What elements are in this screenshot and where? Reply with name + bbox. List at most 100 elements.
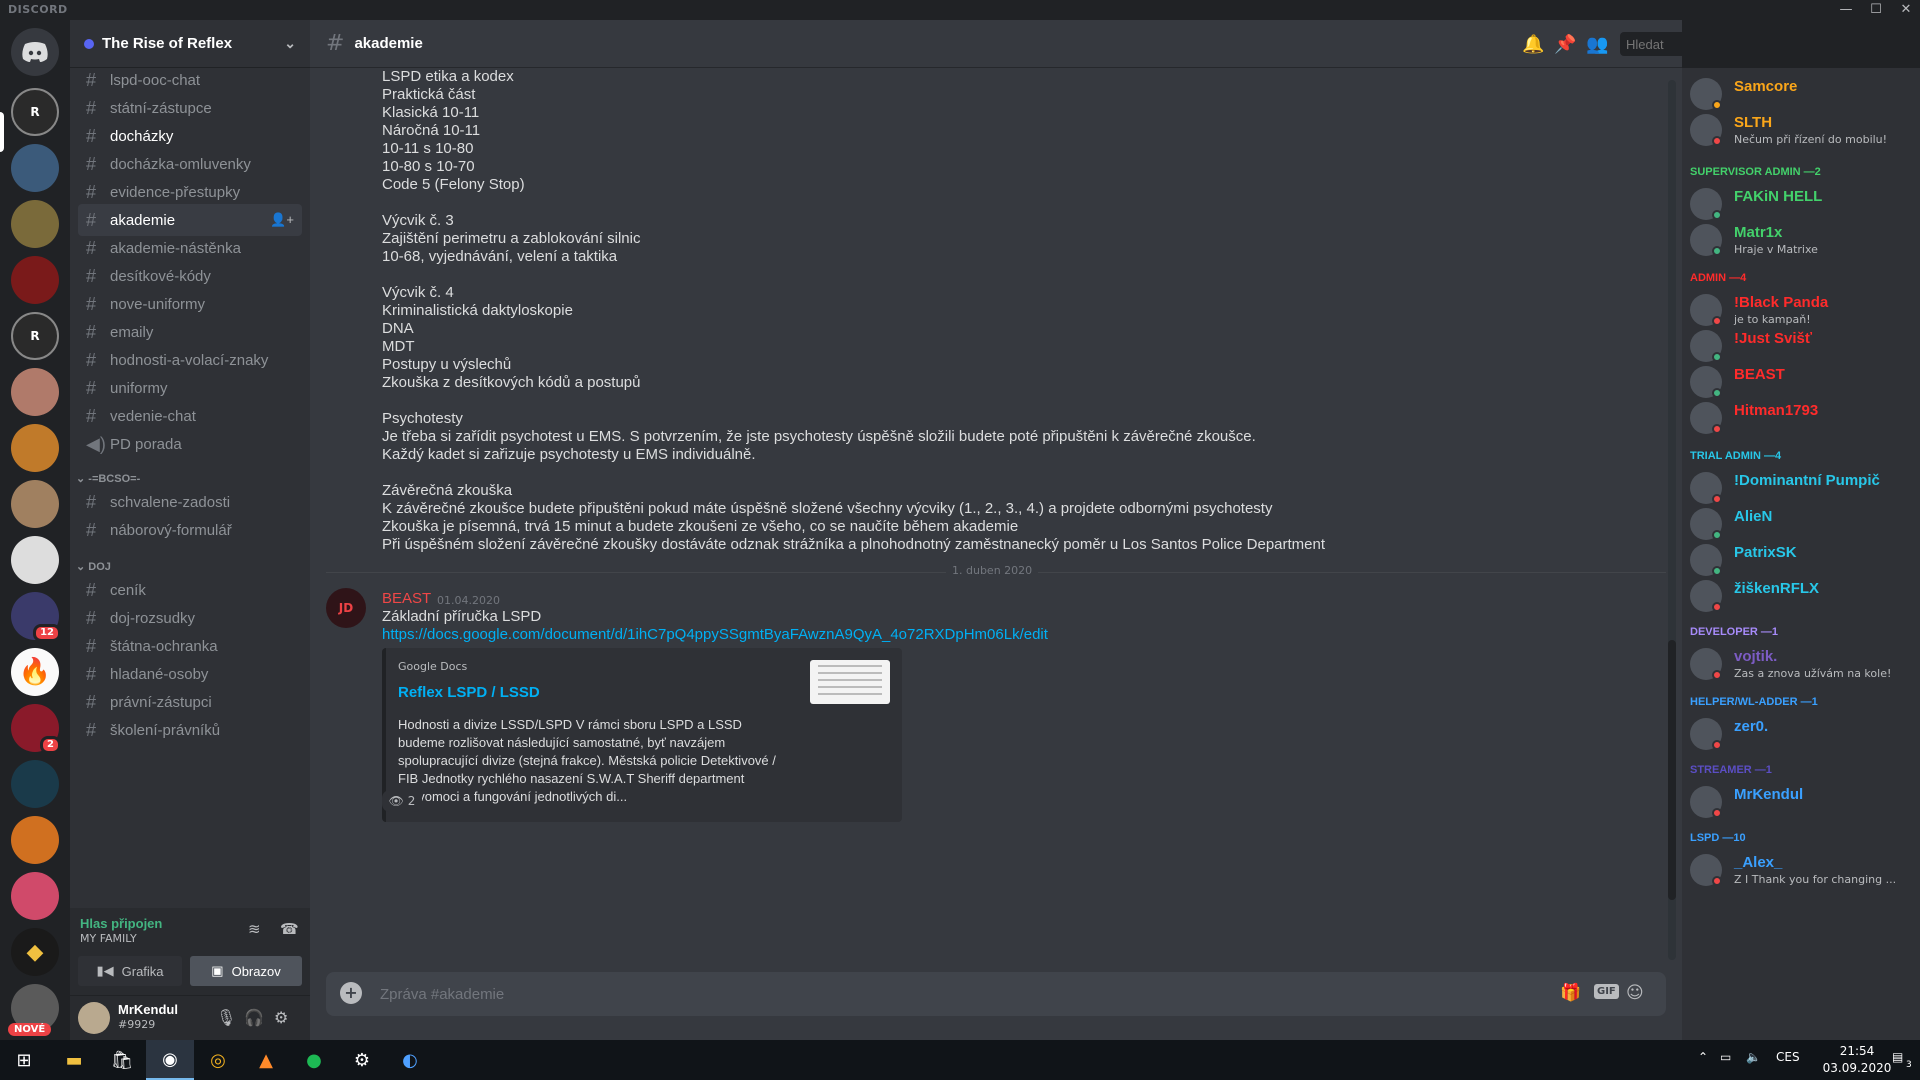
notifications-icon[interactable]: ▤ (1892, 1050, 1903, 1064)
member-item[interactable]: zer0. (1690, 714, 1912, 754)
member-activity: Nečum při řízení do mobilu! (1734, 133, 1888, 146)
embed-thumbnail[interactable] (810, 660, 890, 704)
member-item[interactable]: PatrixSK (1690, 540, 1912, 580)
voice-channel-item[interactable]: ◀) PD porada (78, 428, 302, 460)
language-indicator[interactable]: CES (1776, 1050, 1800, 1064)
member-item[interactable]: !Black Panda je to kampaň! (1690, 290, 1912, 330)
message-line: Výcvik č. 4 (382, 284, 454, 301)
home-button[interactable] (11, 28, 59, 76)
server-icon-9[interactable] (11, 536, 59, 584)
close-button[interactable]: ✕ (1892, 0, 1920, 20)
message-link[interactable]: https://docs.google.com/document/d/1ihC7… (382, 626, 1048, 643)
invite-icon[interactable]: 👤+ (270, 212, 294, 228)
clock[interactable]: 21:54 03.09.2020 (1822, 1043, 1892, 1077)
server-icon-4[interactable] (11, 256, 59, 304)
headphones-icon[interactable]: 🎧 (244, 1008, 264, 1027)
windows-start-icon[interactable]: ⊞ (0, 1040, 48, 1080)
member-item[interactable]: Samcore (1690, 74, 1912, 114)
gift-icon[interactable]: 🎁 (1560, 983, 1581, 1003)
server-icon-8[interactable] (11, 480, 59, 528)
member-item[interactable]: žiškenRFLX (1690, 576, 1912, 616)
maximize-button[interactable]: ☐ (1862, 0, 1890, 20)
member-name: !Black Panda (1734, 294, 1829, 311)
reaction[interactable]: 👁 2 (382, 790, 422, 812)
noise-suppression-icon[interactable]: ≋ (248, 920, 261, 938)
chrome-icon[interactable]: ◎ (194, 1040, 242, 1080)
message-author[interactable]: BEAST (382, 590, 431, 607)
discord-taskbar-icon[interactable]: ◉ (146, 1040, 194, 1080)
pin-icon[interactable]: 📌 (1554, 34, 1576, 55)
server-icon-2[interactable] (11, 144, 59, 192)
embed-title[interactable]: Reflex LSPD / LSSD (398, 684, 540, 701)
channel-label: školení-právníků (110, 721, 221, 739)
server-icon-14[interactable] (11, 816, 59, 864)
member-name: žiškenRFLX (1734, 580, 1820, 597)
server-icon-5[interactable]: R (11, 312, 59, 360)
network-icon[interactable]: ▭ (1720, 1050, 1731, 1064)
server-icon-12[interactable]: 2 (11, 704, 61, 754)
voice-status[interactable]: Hlas připojen (80, 916, 162, 931)
member-item[interactable]: !Just Svišť (1690, 326, 1912, 366)
category-doj[interactable]: ⌄ DOJ (76, 560, 111, 573)
server-fire[interactable]: 🔥 (11, 648, 59, 696)
spotify-icon[interactable]: ● (290, 1040, 338, 1080)
message-input[interactable] (380, 982, 1380, 1006)
video-button[interactable]: ▮◀ Grafika (78, 956, 182, 986)
avatar[interactable] (78, 1002, 110, 1034)
server-icon-6[interactable] (11, 368, 59, 416)
member-item[interactable]: _Alex_ Z I Thank you for changing ... (1690, 850, 1912, 890)
member-item[interactable]: Matr1x Hraje v Matrixe (1690, 220, 1912, 260)
channel-item[interactable]: # náborový-formulář (78, 514, 302, 546)
emoji-icon[interactable]: ☺ (1626, 983, 1644, 1003)
server-folder[interactable]: 12 (11, 592, 61, 642)
voice-channel-name[interactable]: MY FAMILY (80, 932, 137, 945)
gear-icon[interactable]: ⚙ (274, 1008, 288, 1027)
screen-share-button[interactable]: ▣ Obrazov (190, 956, 302, 986)
server-icon-13[interactable] (11, 760, 59, 808)
guild-header[interactable]: The Rise of Reflex ⌄ (70, 20, 310, 68)
server-reflex-roleplay[interactable]: R (11, 88, 59, 136)
settings-icon[interactable]: ⚙ (338, 1040, 386, 1080)
gif-icon[interactable]: GIF (1594, 984, 1619, 999)
volume-icon[interactable]: 🔈 (1746, 1050, 1761, 1064)
member-name: FAKiN HELL (1734, 188, 1823, 205)
member-item[interactable]: AlieN (1690, 504, 1912, 544)
role-header: STREAMER —1 (1690, 764, 1772, 776)
microphone-icon[interactable]: 🎙 (216, 1008, 236, 1027)
avatar[interactable]: JD (326, 588, 366, 628)
server-diamond[interactable]: ◆ (11, 928, 59, 976)
member-item[interactable]: vojtik. Zas a znova užívám na kole! (1690, 644, 1912, 684)
hash-icon: # (86, 719, 97, 740)
channel-label: PD porada (110, 435, 182, 453)
disconnect-icon[interactable]: ☎ (280, 920, 299, 938)
member-item[interactable]: SLTH Nečum při řízení do mobilu! (1690, 110, 1912, 150)
scrollbar-thumb[interactable] (1668, 640, 1676, 900)
member-item[interactable]: MrKendul (1690, 782, 1912, 822)
member-item[interactable]: Hitman1793 (1690, 398, 1912, 438)
channel-label: právní-zástupci (110, 693, 212, 711)
channel-item[interactable]: # školení-právníků (78, 714, 302, 746)
member-item[interactable]: FAKiN HELL (1690, 184, 1912, 224)
scrollbar[interactable] (1668, 80, 1676, 960)
member-item[interactable]: !Dominantní Pumpič (1690, 468, 1912, 508)
search-box[interactable]: ⌕ (1620, 32, 1682, 56)
app-icon[interactable]: ▲ (242, 1040, 290, 1080)
category-bcso[interactable]: ⌄ -=BCSO=- (76, 472, 140, 485)
steam-icon[interactable]: ◐ (386, 1040, 434, 1080)
user-panel: MrKendul #9929 🎙 🎧 ⚙ (70, 996, 310, 1040)
minimize-button[interactable]: — (1832, 0, 1860, 20)
file-explorer-icon[interactable]: ▬ (50, 1040, 98, 1080)
channel-label: uniformy (110, 379, 168, 397)
server-icon-3[interactable] (11, 200, 59, 248)
member-item[interactable]: BEAST (1690, 362, 1912, 402)
store-icon[interactable]: 🛍 (98, 1040, 146, 1080)
members-icon[interactable]: 👥 (1586, 34, 1608, 55)
tray-chevron-icon[interactable]: ⌃ (1698, 1050, 1708, 1064)
search-input[interactable] (1626, 35, 1682, 53)
server-icon-7[interactable] (11, 424, 59, 472)
bell-icon[interactable]: 🔔 (1522, 34, 1544, 55)
notifications-count: 3 (1906, 1060, 1912, 1070)
server-icon-15[interactable] (11, 872, 59, 920)
attach-icon[interactable]: + (340, 982, 362, 1004)
role-header: DEVELOPER —1 (1690, 626, 1779, 638)
